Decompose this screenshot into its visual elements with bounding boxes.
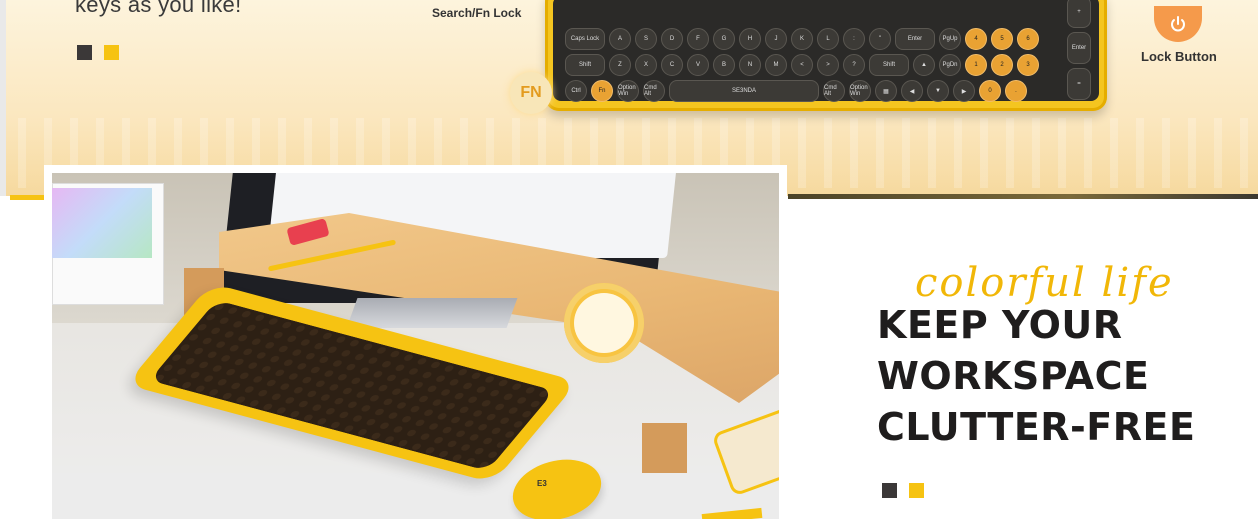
keyboard-key: K	[791, 28, 813, 50]
keyboard-key: .	[1005, 80, 1027, 102]
mouse-brand-label: E3	[537, 479, 547, 488]
keyboard-side-keys: + Enter =	[1067, 0, 1091, 100]
keyboard-key: Option Win	[617, 80, 639, 102]
keyboard-key: L	[817, 28, 839, 50]
keyboard-key: M	[765, 54, 787, 76]
keyboard-key: ▲	[913, 54, 935, 76]
keyboard-key: ◀	[901, 80, 923, 102]
keyboard-key: Caps Lock	[565, 28, 605, 50]
keyboard-key: Ctrl	[565, 80, 587, 102]
workspace-product-photo: E3	[52, 173, 779, 519]
keyboard-illustration: Caps Lock A S D F G H J K L: " Enter PgUp 4 5 6 Shift Z X…	[545, 0, 1107, 111]
keyboard-key: >	[817, 54, 839, 76]
keyboard-side-key: =	[1067, 68, 1091, 100]
headline-line-1: KEEP YOUR	[877, 303, 1123, 347]
keyboard-key: :	[843, 28, 865, 50]
keyboard-key: B	[713, 54, 735, 76]
keyboard-key: Enter	[895, 28, 935, 50]
promo-headline: KEEP YOUR WORKSPACE CLUTTER-FREE	[877, 300, 1195, 453]
monitor-stand	[346, 298, 518, 328]
keyboard-key: H	[739, 28, 761, 50]
keyboard-row-shift: Shift Z X C V B N M < >? Shift ▲ PgDn 1 2 3	[565, 54, 1039, 76]
keyboard-key: "	[869, 28, 891, 50]
keyboard-key: 6	[1017, 28, 1039, 50]
keyboard-key: N	[739, 54, 761, 76]
keyboard-key: V	[687, 54, 709, 76]
search-fn-lock-label: Search/Fn Lock	[432, 6, 522, 20]
keyboard-side-key: +	[1067, 0, 1091, 28]
keyboard-key: Fn	[591, 80, 613, 102]
divider-accent-right	[788, 194, 1258, 199]
color-swatch-yellow-bottom[interactable]	[909, 483, 924, 498]
color-swatch-yellow[interactable]	[104, 45, 119, 60]
keyboard-key: PgDn	[939, 54, 961, 76]
keyboard-key: ▼	[927, 80, 949, 102]
intro-text: keys as you like!	[75, 0, 242, 17]
keyboard-key: A	[609, 28, 631, 50]
keyboard-key: Option Win	[849, 80, 871, 102]
color-swatch-black-bottom[interactable]	[882, 483, 897, 498]
keyboard-key: 0	[979, 80, 1001, 102]
keyboard-key: Cmd Alt	[823, 80, 845, 102]
keyboard-key: Shift	[565, 54, 605, 76]
keyboard-keys-panel: Caps Lock A S D F G H J K L: " Enter PgUp 4 5 6 Shift Z X…	[553, 0, 1099, 102]
power-icon	[1154, 6, 1202, 42]
keyboard-key: Z	[609, 54, 631, 76]
lock-button-label: Lock Button	[1141, 49, 1217, 64]
keyboard-key: S	[635, 28, 657, 50]
headline-line-2: WORKSPACE	[877, 354, 1150, 398]
keyboard-row-bottom: Ctrl Fn Option Win Cmd Alt SE3NDA Cmd Alt Opti…	[565, 80, 1027, 102]
keyboard-key: G	[713, 28, 735, 50]
color-swatch-black[interactable]	[77, 45, 92, 60]
keyboard-key: PgUp	[939, 28, 961, 50]
keyboard-key: J	[765, 28, 787, 50]
keyboard-side-key: Enter	[1067, 32, 1091, 64]
keyboard-key: <	[791, 54, 813, 76]
keyboard-key: F	[687, 28, 709, 50]
divider-accent-left	[10, 195, 44, 200]
keyboard-key: 5	[991, 28, 1013, 50]
clock-face	[574, 293, 634, 353]
keyboard-key: 2	[991, 54, 1013, 76]
fn-key-badge: FN	[510, 72, 552, 114]
keyboard-key: 1	[965, 54, 987, 76]
keyboard-key: D	[661, 28, 683, 50]
sticky-notes	[52, 188, 152, 258]
keyboard-key: ▶	[953, 80, 975, 102]
keyboard-key: 3	[1017, 54, 1039, 76]
keyboard-key: X	[635, 54, 657, 76]
headline-line-3: CLUTTER-FREE	[877, 405, 1196, 449]
keyboard-key: Cmd Alt	[643, 80, 665, 102]
keyboard-key: Shift	[869, 54, 909, 76]
keyboard-key: ?	[843, 54, 865, 76]
keyboard-key: C	[661, 54, 683, 76]
desk-surface	[52, 473, 779, 519]
keyboard-key: SE3NDA	[669, 80, 819, 102]
keyboard-key: 4	[965, 28, 987, 50]
keyboard-key: ▦	[875, 80, 897, 102]
keyboard-row-home: Caps Lock A S D F G H J K L: " Enter PgUp 4 5 6	[565, 28, 1039, 50]
